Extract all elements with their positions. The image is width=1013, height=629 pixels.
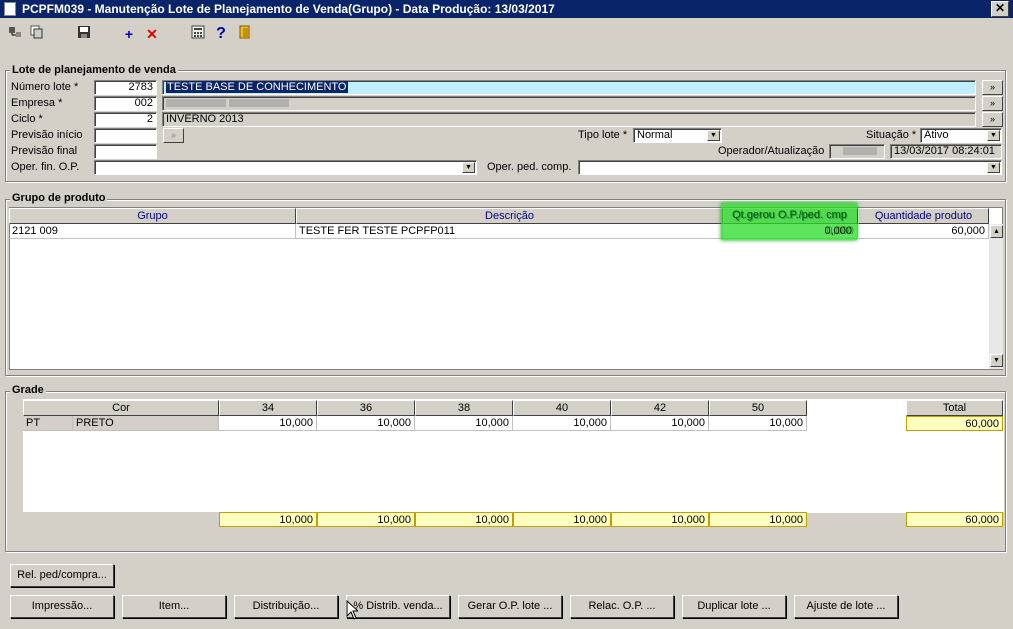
grade-gap <box>807 399 906 513</box>
situacao-label: Situação * <box>866 129 917 141</box>
delete-icon[interactable]: ✕ <box>142 24 162 44</box>
grade-cell[interactable]: 10,000 <box>513 416 611 431</box>
empresa-label: Empresa * <box>11 97 63 109</box>
window-title: PCPFM039 - Manutenção Lote de Planejamen… <box>22 2 555 16</box>
grade-grand-total: 60,000 <box>906 512 1003 527</box>
grade-cell[interactable]: 10,000 <box>415 416 513 431</box>
previsao-final-label: Previsão final <box>11 145 78 157</box>
size-header[interactable]: 38 <box>415 400 513 416</box>
grupo-section-title: Grupo de produto <box>10 192 108 204</box>
tipo-lote-label: Tipo lote * <box>578 129 628 141</box>
table-row-descricao[interactable]: TESTE FER TESTE PCPFP011 <box>296 224 723 239</box>
copy-icon[interactable] <box>26 24 46 44</box>
qt-gerou-header-overlay: Qt.gerou O.P./ped. cmp <box>732 209 847 221</box>
scroll-up-icon[interactable]: ▲ <box>990 225 1003 238</box>
calculator-icon[interactable] <box>188 24 208 44</box>
descricao-header[interactable]: Descrição <box>296 208 723 224</box>
grade-footer-total: 10,000 <box>317 512 415 527</box>
lookup-button-ciclo[interactable]: » <box>982 112 1003 127</box>
chevron-down-icon[interactable]: ▼ <box>707 130 720 141</box>
save-icon[interactable] <box>74 24 94 44</box>
tipo-lote-value: Normal <box>637 129 673 141</box>
size-header[interactable]: 34 <box>219 400 317 416</box>
oper-fin-select[interactable]: ▼ <box>94 160 477 175</box>
tipo-lote-select[interactable]: Normal ▼ <box>633 128 722 143</box>
exit-icon[interactable] <box>235 24 255 44</box>
add-icon[interactable]: + <box>119 24 139 44</box>
empresa-input[interactable]: 002 <box>94 96 157 111</box>
chevron-down-icon[interactable]: ▼ <box>462 162 475 173</box>
ciclo-label: Ciclo * <box>11 113 43 125</box>
grade-footer-total: 10,000 <box>415 512 513 527</box>
gerar-op-lote-button[interactable]: Gerar O.P. lote ... <box>458 595 562 618</box>
lookup-button-empresa[interactable]: » <box>982 96 1003 111</box>
empresa-description <box>162 96 976 111</box>
grade-row-code[interactable]: PT <box>23 416 73 431</box>
lote-section-title: Lote de planejamento de venda <box>10 64 178 76</box>
qt-gerou-value-overlay: 0,000 <box>824 225 852 237</box>
grade-footer-total: 10,000 <box>219 512 317 527</box>
size-header[interactable]: 36 <box>317 400 415 416</box>
grupo-scrollbar[interactable] <box>989 224 1003 369</box>
total-header[interactable]: Total <box>906 400 1003 416</box>
table-row-grupo[interactable]: 2121 009 <box>9 224 296 239</box>
grade-cell[interactable]: 10,000 <box>611 416 709 431</box>
oper-ped-label: Oper. ped. comp. <box>487 161 572 173</box>
grade-section-title: Grade <box>10 384 46 396</box>
grade-row-total: 60,000 <box>906 416 1003 431</box>
numero-lote-label: Número lote * <box>11 81 79 93</box>
chevron-down-icon[interactable]: ▼ <box>987 162 1000 173</box>
size-header[interactable]: 42 <box>611 400 709 416</box>
oper-ped-select[interactable]: ▼ <box>578 160 1002 175</box>
distrib-venda-button[interactable]: % Distrib. venda... <box>346 595 450 618</box>
size-header[interactable]: 50 <box>709 400 807 416</box>
previsao-inicio-label: Previsão início <box>11 129 83 141</box>
selected-text: TESTE BASE DE CONHECIMENTO <box>166 81 348 93</box>
grade-cell[interactable]: 10,000 <box>709 416 807 431</box>
app-icon <box>4 2 16 16</box>
chevron-down-icon[interactable]: ▼ <box>987 130 1000 141</box>
size-header[interactable]: 40 <box>513 400 611 416</box>
numero-lote-input[interactable]: 2783 <box>94 80 157 95</box>
oper-fin-label: Oper. fin. O.P. <box>11 161 80 173</box>
distribuicao-button[interactable]: Distribuição... <box>234 595 338 618</box>
grade-row-name[interactable]: PRETO <box>73 416 219 431</box>
rel-ped-compra-button[interactable]: Rel. ped/compra... <box>10 564 114 587</box>
table-row-quantidade[interactable]: 60,000 <box>858 224 989 239</box>
grade-footer-total: 10,000 <box>611 512 709 527</box>
mouse-cursor-icon <box>346 599 360 623</box>
item-button[interactable]: Item... <box>122 595 226 618</box>
grade-cell[interactable]: 10,000 <box>317 416 415 431</box>
duplicar-lote-button[interactable]: Duplicar lote ... <box>682 595 786 618</box>
title-bar: PCPFM039 - Manutenção Lote de Planejamen… <box>0 0 1013 18</box>
grade-cell[interactable]: 10,000 <box>219 416 317 431</box>
calendar-button[interactable]: » <box>163 128 184 143</box>
previsao-final-input[interactable] <box>94 144 157 159</box>
situacao-value: Ativo <box>924 129 949 141</box>
ciclo-description: INVERNO 2013 <box>162 112 976 127</box>
grade-footer-total: 10,000 <box>513 512 611 527</box>
operador-label: Operador/Atualização <box>718 145 825 157</box>
previsao-inicio-input[interactable] <box>94 128 157 143</box>
impressao-button[interactable]: Impressão... <box>10 595 114 618</box>
grade-footer-total: 10,000 <box>709 512 807 527</box>
situacao-select[interactable]: Ativo ▼ <box>920 128 1002 143</box>
grupo-header[interactable]: Grupo <box>9 208 296 224</box>
operador-value <box>829 144 885 159</box>
ajuste-lote-button[interactable]: Ajuste de lote ... <box>794 595 898 618</box>
tree-icon[interactable] <box>5 24 25 44</box>
numero-lote-description: TESTE BASE DE CONHECIMENTO <box>162 80 976 95</box>
scroll-down-icon[interactable]: ▼ <box>990 354 1003 367</box>
close-button[interactable]: ✕ <box>991 1 1009 17</box>
lookup-button-lote[interactable]: » <box>982 80 1003 95</box>
quantidade-header[interactable]: Quantidade produto <box>858 208 989 224</box>
help-icon[interactable]: ? <box>211 24 231 44</box>
relac-op-button[interactable]: Relac. O.P. ... <box>570 595 674 618</box>
operador-date: 13/03/2017 08:24:01 <box>890 144 1002 159</box>
ciclo-input[interactable]: 2 <box>94 112 157 127</box>
cor-header[interactable]: Cor <box>23 400 219 416</box>
